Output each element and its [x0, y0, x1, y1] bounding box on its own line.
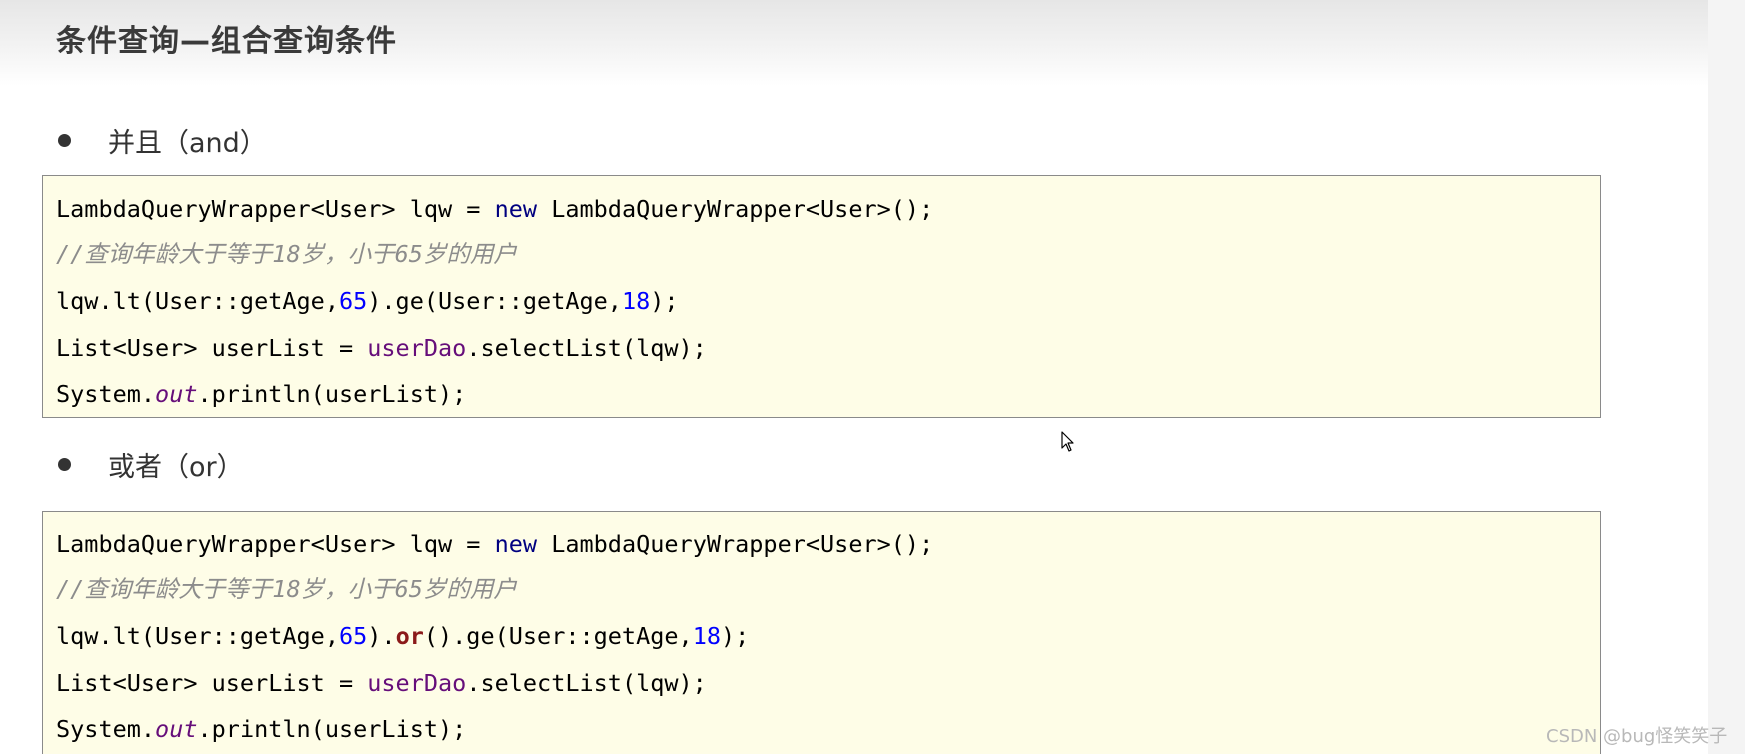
- code-line: System.out.println(userList);: [56, 713, 466, 745]
- code-line: lqw.lt(User::getAge,65).ge(User::getAge,…: [56, 285, 679, 317]
- code-token: 65: [338, 622, 368, 650]
- code-block-and: LambdaQueryWrapper<User> lqw = new Lambd…: [42, 175, 1601, 418]
- code-token: .selectList(lqw);: [466, 669, 707, 697]
- code-token: ().ge(User::getAge,: [423, 622, 693, 650]
- code-token: 65: [338, 287, 368, 315]
- code-line: lqw.lt(User::getAge,65).or().ge(User::ge…: [56, 620, 749, 652]
- code-token: .selectList(lqw);: [466, 334, 707, 362]
- code-token: System.: [56, 715, 156, 743]
- code-token: LambdaQueryWrapper<User> lqw =: [56, 195, 495, 223]
- code-token: .println(userList);: [197, 715, 467, 743]
- code-comment: //查询年龄大于等于18岁，小于65岁的用户: [56, 238, 517, 270]
- code-token: lqw.lt(User::getAge,: [56, 622, 339, 650]
- code-token: //查询年龄大于等于18岁，小于65岁的用户: [56, 240, 517, 268]
- code-token: userDao: [367, 669, 467, 697]
- code-token: List<User> userList =: [56, 669, 368, 697]
- watermark: CSDN @bug怪笑笑子: [1546, 726, 1728, 747]
- code-comment: //查询年龄大于等于18岁，小于65岁的用户: [56, 573, 517, 605]
- side-strip: [1708, 0, 1745, 754]
- code-token: or: [395, 622, 424, 650]
- code-token: 18: [692, 622, 721, 650]
- code-line: System.out.println(userList);: [56, 378, 466, 410]
- code-token: List<User> userList =: [56, 334, 368, 362]
- bullet-dot-icon: [58, 457, 71, 471]
- code-token: );: [650, 287, 679, 315]
- code-token: System.: [56, 380, 156, 408]
- code-block-or: LambdaQueryWrapper<User> lqw = new Lambd…: [42, 511, 1601, 754]
- bullet-or: 或者（or）: [58, 444, 244, 484]
- slide: 条件查询—组合查询条件 并且（and） LambdaQueryWrapper<U…: [0, 0, 1708, 754]
- code-token: );: [720, 622, 750, 650]
- code-token: 18: [621, 287, 651, 315]
- code-token: .println(userList);: [197, 380, 467, 408]
- code-line: LambdaQueryWrapper<User> lqw = new Lambd…: [56, 193, 933, 225]
- code-line: List<User> userList = userDao.selectList…: [56, 332, 707, 364]
- mouse-pointer-icon: [1061, 431, 1074, 452]
- code-token: out: [155, 380, 198, 408]
- slide-header: 条件查询—组合查询条件: [0, 0, 1708, 86]
- code-token: //查询年龄大于等于18岁，小于65岁的用户: [56, 575, 517, 603]
- code-token: ).: [367, 622, 396, 650]
- code-line: List<User> userList = userDao.selectList…: [56, 667, 707, 699]
- bullet-label: 或者（or）: [108, 451, 244, 483]
- code-token: out: [155, 715, 198, 743]
- code-token: LambdaQueryWrapper<User>();: [537, 530, 934, 558]
- code-token: ).ge(User::getAge,: [367, 287, 622, 315]
- code-token: lqw.lt(User::getAge,: [56, 287, 339, 315]
- code-token: LambdaQueryWrapper<User>();: [537, 195, 934, 223]
- code-token: userDao: [367, 334, 467, 362]
- code-token: new: [494, 195, 538, 223]
- slide-title: 条件查询—组合查询条件: [56, 24, 397, 59]
- bullet-and: 并且（and）: [58, 120, 267, 160]
- code-line: LambdaQueryWrapper<User> lqw = new Lambd…: [56, 528, 933, 560]
- code-token: new: [494, 530, 538, 558]
- code-token: LambdaQueryWrapper<User> lqw =: [56, 530, 495, 558]
- bullet-dot-icon: [58, 133, 71, 147]
- bullet-label: 并且（and）: [108, 127, 267, 159]
